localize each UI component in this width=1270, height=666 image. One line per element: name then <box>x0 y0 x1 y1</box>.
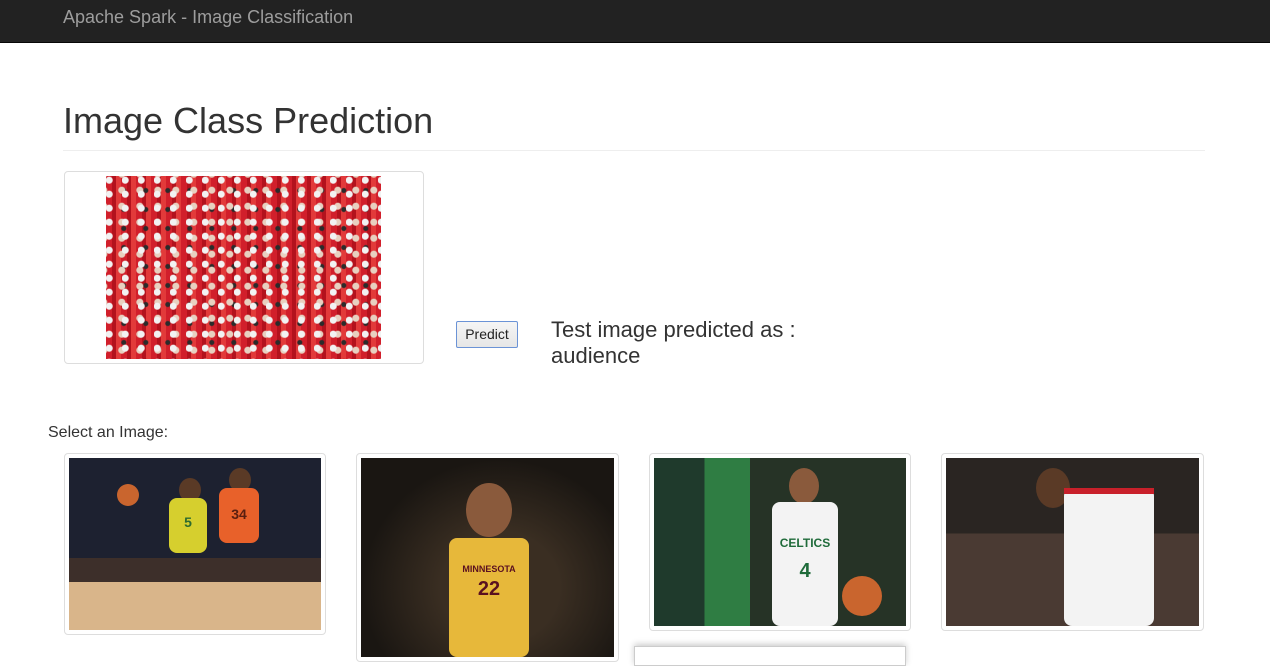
navbar: Apache Spark - Image Classification <box>0 0 1270 43</box>
basketball-player-image <box>946 458 1199 626</box>
orange-jersey: 34 <box>219 488 259 543</box>
jersey-number: 5 <box>184 514 192 530</box>
jersey-number: 22 <box>477 578 501 600</box>
jersey-team-text: MINNESOTA <box>462 564 516 574</box>
white-red-jersey <box>1064 488 1154 626</box>
jersey-trim <box>1064 488 1154 494</box>
page-title: Image Class Prediction <box>63 100 434 141</box>
jersey-number: 4 <box>799 560 811 582</box>
white-jersey: CELTICS 4 <box>772 502 838 626</box>
gallery-image-1[interactable]: 5 34 <box>64 453 326 635</box>
basketball <box>842 576 882 616</box>
gallery-image-4[interactable] <box>941 453 1204 631</box>
jersey-number: 34 <box>231 506 247 522</box>
gallery-image-2[interactable]: MINNESOTA 22 <box>356 453 619 662</box>
basketball <box>117 484 139 506</box>
predict-button[interactable]: Predict <box>456 321 518 348</box>
yellow-jersey: 5 <box>169 498 207 553</box>
test-image-thumbnail <box>64 171 424 364</box>
title-divider <box>63 150 1205 151</box>
audience-crowd-image <box>106 176 381 359</box>
gallery-image-3[interactable]: CELTICS 4 <box>649 453 911 631</box>
navbar-brand[interactable]: Apache Spark - Image Classification <box>63 7 353 27</box>
basketball-player-image: MINNESOTA 22 <box>361 458 614 657</box>
dropdown-popup <box>634 646 906 666</box>
player-head <box>789 468 819 504</box>
basketball-players-image: 5 34 <box>69 458 321 630</box>
select-image-label: Select an Image: <box>48 424 169 441</box>
prediction-result: Test image predicted as : audience <box>551 317 796 368</box>
player-head <box>466 483 512 537</box>
jersey-team-text: CELTICS <box>779 536 831 550</box>
basketball-player-image: CELTICS 4 <box>654 458 906 626</box>
gold-jersey: MINNESOTA 22 <box>449 538 529 657</box>
